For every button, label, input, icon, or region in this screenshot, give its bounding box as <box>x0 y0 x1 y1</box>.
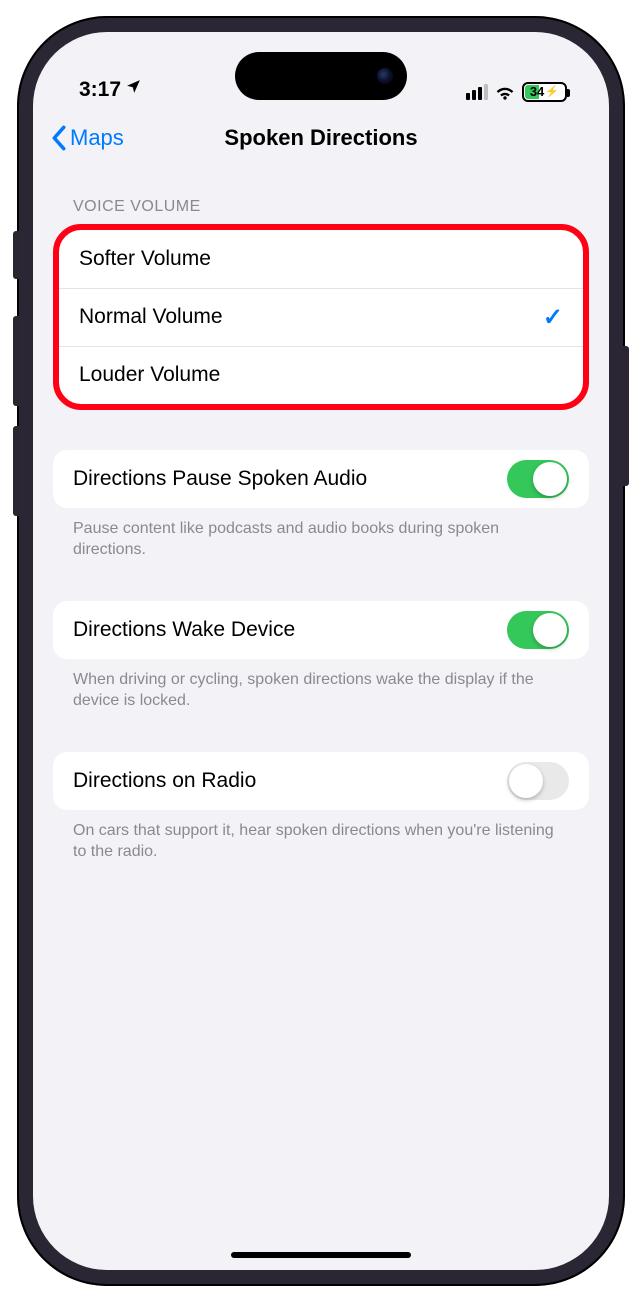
pause-audio-group: Directions Pause Spoken Audio <box>53 450 589 508</box>
volume-up-button <box>13 316 19 406</box>
directions-on-radio-footer: On cars that support it, hear spoken dir… <box>53 810 589 863</box>
voice-volume-header: VOICE VOLUME <box>53 166 589 224</box>
volume-down-button <box>13 426 19 516</box>
battery-icon: 34 ⚡ <box>522 82 567 102</box>
radio-group: Directions on Radio <box>53 752 589 810</box>
directions-on-radio-row[interactable]: Directions on Radio <box>53 752 589 810</box>
volume-option-softer[interactable]: Softer Volume <box>59 230 583 288</box>
page-title: Spoken Directions <box>224 125 417 151</box>
wake-device-group: Directions Wake Device <box>53 601 589 659</box>
setting-label: Directions Wake Device <box>73 618 295 642</box>
option-label: Louder Volume <box>79 363 220 387</box>
option-label: Normal Volume <box>79 305 223 329</box>
content: VOICE VOLUME Softer Volume Normal Volume… <box>33 166 609 864</box>
wifi-icon <box>494 83 516 101</box>
power-button <box>623 346 629 486</box>
location-icon <box>125 77 142 101</box>
pause-spoken-audio-footer: Pause content like podcasts and audio bo… <box>53 508 589 561</box>
navigation-bar: Maps Spoken Directions <box>33 110 609 166</box>
volume-option-louder[interactable]: Louder Volume <box>59 346 583 404</box>
pause-spoken-audio-row[interactable]: Directions Pause Spoken Audio <box>53 450 589 508</box>
cellular-signal-icon <box>466 84 488 100</box>
back-button[interactable]: Maps <box>51 125 124 151</box>
option-label: Softer Volume <box>79 247 211 271</box>
chevron-left-icon <box>51 125 67 151</box>
back-label: Maps <box>70 125 124 151</box>
pause-spoken-audio-toggle[interactable] <box>507 460 569 498</box>
checkmark-icon: ✓ <box>543 303 563 332</box>
battery-percent: 34 <box>530 84 544 99</box>
setting-label: Directions Pause Spoken Audio <box>73 467 367 491</box>
screen: 3:17 34 ⚡ <box>33 32 609 1270</box>
home-indicator[interactable] <box>231 1252 411 1258</box>
dynamic-island <box>235 52 407 100</box>
wake-device-toggle[interactable] <box>507 611 569 649</box>
front-camera <box>377 68 393 84</box>
wake-device-footer: When driving or cycling, spoken directio… <box>53 659 589 712</box>
voice-volume-group: Softer Volume Normal Volume ✓ Louder Vol… <box>53 224 589 410</box>
setting-label: Directions on Radio <box>73 769 256 793</box>
ringer-switch <box>13 231 19 279</box>
charging-icon: ⚡ <box>545 85 559 98</box>
phone-frame: 3:17 34 ⚡ <box>17 16 625 1286</box>
wake-device-row[interactable]: Directions Wake Device <box>53 601 589 659</box>
status-time: 3:17 <box>79 78 121 102</box>
volume-option-normal[interactable]: Normal Volume ✓ <box>59 288 583 346</box>
directions-on-radio-toggle[interactable] <box>507 762 569 800</box>
